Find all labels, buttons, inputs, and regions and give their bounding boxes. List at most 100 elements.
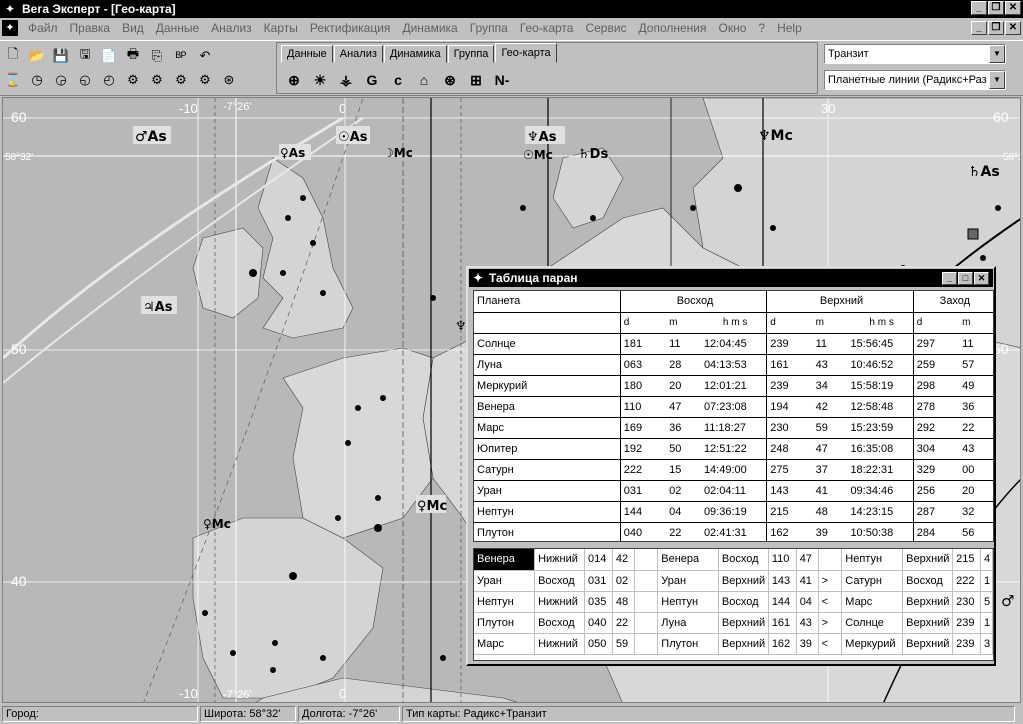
clock-3-icon[interactable]: ◵ [74,69,96,91]
menu-view[interactable]: Вид [116,21,150,35]
list-item[interactable]: Венера Нижний 014 42 Венера Восход 110 47 Нептун… [474,549,993,571]
menu-window[interactable]: Окно [713,21,753,35]
planet-label-sun-mc[interactable]: ☉Mc [523,148,553,162]
subheader-hms: h m s [700,312,768,334]
chart-tools-2-icon[interactable]: ⚙ [146,69,168,91]
house-icon[interactable]: ⌂ [413,69,435,91]
planet-label-neptune-mc[interactable]: ♆Mc [758,128,793,144]
lines-select[interactable]: Планетные линии (Радикс+Раз ▼ [824,70,1006,90]
new-file-icon[interactable]: 🗋 [2,45,24,67]
title-bar[interactable]: ✦ Вега Эксперт - [Гео-карта] _ ❐ ✕ [0,0,1023,18]
n-minus-icon[interactable]: N- [491,69,513,91]
document-icon[interactable]: 📄 [98,45,120,67]
menu-geomap[interactable]: Гео-карта [514,21,580,35]
globe-icon[interactable]: ⊕ [283,69,305,91]
menu-help[interactable]: Help [771,21,808,35]
list-item[interactable]: Марс Нижний 050 59 Плутон Верхний 162 39 < Меркур… [474,633,993,655]
table-row[interactable]: Юпитер 192 50 12:51:22 248 47 16:35:08 304 43 [474,438,993,460]
mdi-close-button[interactable]: ✕ [1005,21,1021,35]
hourglass-icon[interactable]: ⌛ [2,69,24,91]
list-item[interactable]: Уран Восход 031 02 Уран Верхний 143 41 > Сатурн Во… [474,570,993,592]
table-row[interactable]: Луна 063 28 04:13:53 161 43 10:46:52 259 57 [474,354,993,376]
list-item[interactable]: Плутон Восход 040 22 Луна Верхний 161 43 > Солнце… [474,612,993,634]
menu-edit[interactable]: Правка [64,21,117,35]
close-button[interactable]: ✕ [1005,1,1021,15]
menu-analysis[interactable]: Анализ [205,21,258,35]
mdi-minimize-button[interactable]: _ [971,21,987,35]
table-row[interactable]: Сатурн 222 15 14:49:00 275 37 18:22:31 329 00 [474,459,993,481]
table-row[interactable]: Нептун 144 04 09:36:19 215 48 14:23:15 287 32 [474,501,993,523]
mode-select[interactable]: Транзит ▼ [824,44,1006,64]
planet-label-saturn-as[interactable]: ♄As [968,164,1000,180]
table-row[interactable]: Марс 169 36 11:18:27 230 59 15:23:59 292 22 [474,417,993,439]
paran-list[interactable]: Венера Нижний 014 42 Венера Восход 110 47 Нептун… [473,548,994,661]
astro-symbol-icon[interactable]: ⚶ [335,69,357,91]
planet-label-sun-as[interactable]: ☉As [338,130,368,145]
network-icon[interactable]: ⊛ [439,69,461,91]
planet-label-venus-mc[interactable]: ♀Mc [417,499,447,514]
menu-dynamics[interactable]: Динамика [396,21,463,35]
tab-group[interactable]: Группа [447,45,495,63]
value-cell: 48 [812,501,848,523]
mdi-star-icon[interactable]: ✦ [2,20,18,36]
save-icon[interactable]: 💾 [50,45,72,67]
chevron-down-icon[interactable]: ▼ [989,45,1005,63]
table-row[interactable]: Солнце 181 11 12:04:45 239 11 15:56:45 297 11 [474,333,993,355]
dialog-maximize-button[interactable]: □ [958,272,973,285]
chart-tools-4-icon[interactable]: ⚙ [194,69,216,91]
save-as-icon[interactable]: 🖫 [74,45,96,67]
g-letter-icon[interactable]: G [361,69,383,91]
undo-icon[interactable]: ↶ [194,45,216,67]
paran-cell: Луна [657,612,719,634]
menu-data[interactable]: Данные [150,21,205,35]
planet-label-moon-mc[interactable]: ☽Mc [383,146,413,160]
minimize-button[interactable]: _ [971,1,987,15]
planet-label-mars-edge[interactable]: ♂ [1001,592,1014,610]
menu-file[interactable]: Файл [22,21,64,35]
clock-2-icon[interactable]: ◶ [50,69,72,91]
wheel-icon[interactable]: ⊛ [218,69,240,91]
table-row[interactable]: Меркурий 180 20 12:01:21 239 34 15:58:19 298 49 [474,375,993,397]
open-folder-icon[interactable]: 📂 [26,45,48,67]
restore-button[interactable]: ❐ [988,1,1004,15]
menu-addons[interactable]: Дополнения [633,21,713,35]
menu-help-q[interactable]: ? [752,21,771,35]
table-row[interactable]: Венера 110 47 07:23:08 194 42 12:58:48 278 36 [474,396,993,418]
tab-geomap[interactable]: Гео-карта [495,43,557,63]
mdi-restore-button[interactable]: ❐ [988,21,1004,35]
planet-label-neptune-as[interactable]: ♆As [527,130,557,145]
menu-service[interactable]: Сервис [579,21,632,35]
table-row[interactable]: Уран 031 02 02:04:11 143 41 09:34:46 256 20 [474,480,993,502]
tab-data[interactable]: Данные [281,45,333,63]
dialog-close-button[interactable]: ✕ [974,272,989,285]
clock-4-icon[interactable]: ◴ [98,69,120,91]
planet-label-saturn-ds[interactable]: ♄Ds [578,147,608,162]
copy-icon[interactable]: ⎘ [146,45,168,67]
sun-icon[interactable]: ☀ [309,69,331,91]
value-cell: 20 [666,375,701,397]
bp-icon[interactable]: ᴮᴾ [170,45,192,67]
chart-icon[interactable]: ⊞ [465,69,487,91]
value-cell: 22 [959,417,993,439]
planet-table[interactable]: Планета Восход Верхний Заход d m h m s d… [473,290,994,542]
print-icon[interactable]: 🖶 [122,45,144,67]
planet-label-venus-mc-2[interactable]: ♀Mc [203,517,231,531]
clock-icon[interactable]: ◷ [26,69,48,91]
menu-rectification[interactable]: Ректификация [304,21,397,35]
planet-label-venus-as[interactable]: ♀As [280,146,305,160]
paran-cell: Нептун [474,591,536,613]
menu-group[interactable]: Группа [464,21,514,35]
planet-label-mars-as[interactable]: ♂As [135,129,167,145]
chevron-down-icon[interactable]: ▼ [989,71,1005,89]
tab-dynamics[interactable]: Динамика [383,45,447,63]
chart-tools-3-icon[interactable]: ⚙ [170,69,192,91]
dialog-title-bar[interactable]: ✦ Таблица паран _ □ ✕ [469,269,993,287]
list-item[interactable]: Нептун Нижний 035 48 Нептун Восход 144 04 < Марс В… [474,591,993,613]
table-row[interactable]: Плутон 040 22 02:41:31 162 39 10:50:38 284 56 [474,522,993,541]
dialog-minimize-button[interactable]: _ [942,272,957,285]
menu-charts[interactable]: Карты [258,21,304,35]
planet-label-jupiter-as[interactable]: ♃As [143,300,173,315]
tab-analysis[interactable]: Анализ [333,45,383,63]
c-letter-icon[interactable]: c [387,69,409,91]
chart-tools-icon[interactable]: ⚙ [122,69,144,91]
